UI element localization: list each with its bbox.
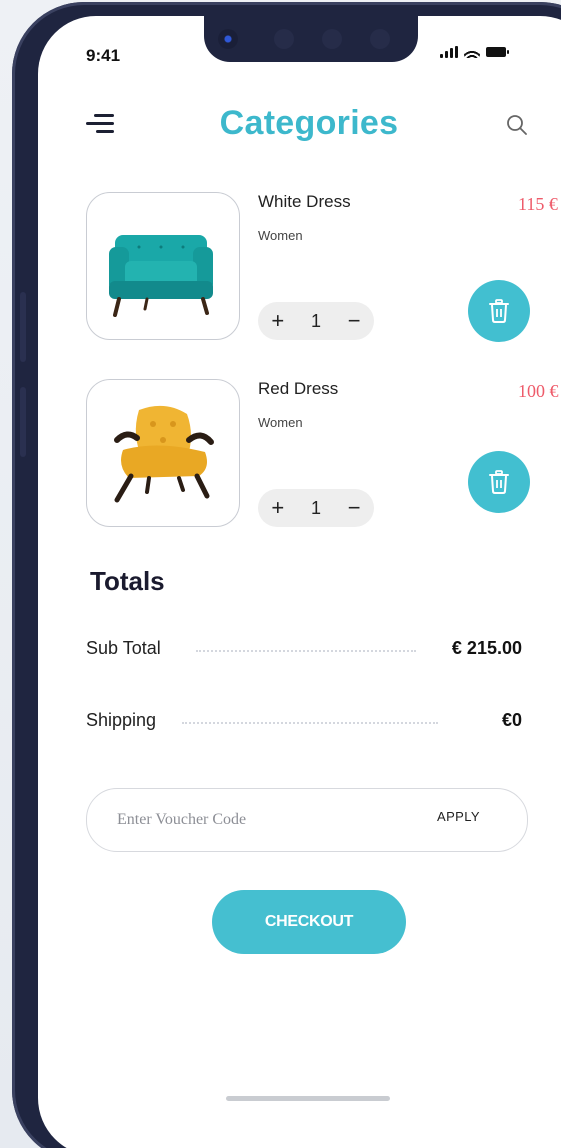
voucher-input[interactable] [115, 805, 409, 835]
quantity-value: 1 [310, 310, 321, 331]
shipping-label: Shipping [86, 710, 165, 731]
signal-icon [440, 46, 458, 58]
item-name[interactable]: Red Dress [258, 379, 338, 399]
cart-item: Red Dress Women 100 € + 1 − [86, 379, 561, 529]
sensor-icon [322, 29, 342, 49]
battery-icon [486, 47, 509, 57]
increment-button[interactable]: + [271, 308, 284, 334]
voucher-field: APPLY [86, 788, 528, 852]
subtotal-value: € 215.00 [451, 638, 522, 658]
cart-item: White Dress Women 115 € + 1 − [86, 192, 561, 342]
sensor-icon [370, 29, 390, 49]
front-camera-icon [218, 29, 238, 49]
item-category: Women [258, 228, 303, 243]
quantity-value: 1 [310, 497, 321, 518]
wifi-icon [464, 46, 480, 58]
trash-icon [489, 470, 509, 494]
increment-button[interactable]: + [271, 495, 284, 521]
teal-armchair-image [109, 235, 213, 317]
yellow-armchair-image [114, 405, 214, 503]
search-icon[interactable] [506, 114, 528, 136]
page-title: Categories [219, 104, 399, 142]
subtotal-label: Sub Total [86, 638, 169, 659]
dotted-divider [182, 722, 438, 724]
decrement-button[interactable]: − [348, 495, 361, 521]
side-button [20, 387, 26, 457]
apply-button[interactable]: APPLY [437, 809, 480, 824]
phone-frame: 9:41 Categories White Dress Women 115 € … [12, 2, 561, 1148]
page-background: 9:41 Categories White Dress Women 115 € … [0, 0, 561, 1148]
product-image-thumbnail[interactable] [86, 192, 240, 340]
item-category: Women [258, 415, 303, 430]
home-indicator[interactable] [226, 1096, 390, 1101]
decrement-button[interactable]: − [348, 308, 361, 334]
shipping-row: Shipping €0 [86, 710, 522, 734]
dotted-divider [196, 650, 416, 652]
item-price: 100 € [518, 381, 559, 401]
menu-icon[interactable] [86, 114, 114, 136]
item-price: 115 € [518, 194, 558, 214]
side-button [20, 292, 26, 362]
product-image-thumbnail[interactable] [86, 379, 240, 527]
quantity-stepper: + 1 − [258, 489, 374, 527]
phone-screen: 9:41 Categories White Dress Women 115 € … [38, 16, 561, 1148]
subtotal-row: Sub Total € 215.00 [86, 638, 522, 662]
status-icons [440, 46, 509, 58]
delete-item-button[interactable] [468, 451, 530, 513]
checkout-button[interactable]: CHECKOUT [212, 890, 406, 954]
shipping-value: €0 [501, 710, 522, 730]
camera-notch [204, 16, 418, 62]
quantity-stepper: + 1 − [258, 302, 374, 340]
sensor-icon [274, 29, 294, 49]
status-time: 9:41 [86, 46, 121, 65]
delete-item-button[interactable] [468, 280, 530, 342]
item-name[interactable]: White Dress [258, 192, 351, 212]
totals-heading: Totals [90, 566, 165, 596]
trash-icon [489, 299, 509, 323]
